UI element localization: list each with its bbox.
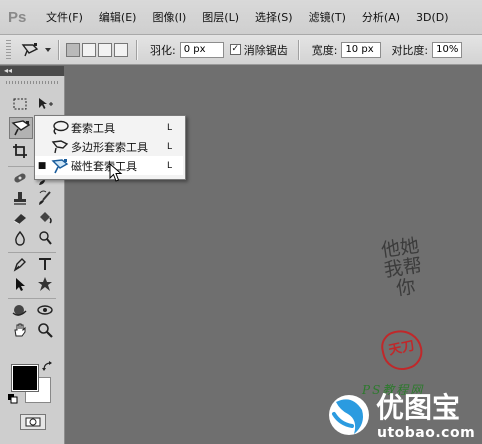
width-label: 宽度: bbox=[311, 43, 338, 57]
magnetic-lasso-icon bbox=[11, 120, 31, 136]
bandage-icon bbox=[14, 173, 26, 183]
paint-bucket-icon bbox=[40, 212, 52, 224]
magnetic-lasso-icon bbox=[21, 42, 39, 56]
mouse-cursor-icon bbox=[109, 163, 123, 182]
3d-rotate-icon bbox=[12, 305, 27, 316]
add-to-selection-button[interactable] bbox=[82, 42, 96, 57]
menu-layer[interactable]: 图层(L) bbox=[194, 9, 247, 25]
brand-name: 优图宝 bbox=[376, 391, 461, 424]
type-icon bbox=[39, 258, 51, 270]
options-bar-grip[interactable] bbox=[6, 39, 11, 60]
polygonal-lasso-icon bbox=[49, 138, 71, 155]
antialias-checkbox[interactable]: ✓ bbox=[229, 44, 241, 55]
dodge-icon bbox=[39, 231, 52, 245]
menu-filter[interactable]: 滤镜(T) bbox=[301, 9, 354, 25]
history-brush-tool[interactable] bbox=[34, 188, 56, 208]
width-input[interactable] bbox=[341, 41, 382, 58]
seal-stamp: 天刀 bbox=[378, 326, 426, 374]
subtract-from-selection-button[interactable] bbox=[98, 42, 112, 57]
chevron-down-icon bbox=[45, 47, 51, 52]
crop-tool[interactable] bbox=[9, 141, 31, 161]
flyout-shortcut: L bbox=[167, 141, 173, 152]
flyout-item-lasso[interactable]: 套索工具 L bbox=[35, 118, 183, 137]
3d-rotate-tool[interactable] bbox=[9, 300, 31, 320]
move-icon bbox=[39, 98, 53, 109]
tools-panel-header[interactable]: ◂◂ bbox=[0, 66, 64, 76]
arrow-icon bbox=[16, 278, 25, 291]
spot-healing-tool[interactable] bbox=[9, 168, 31, 188]
quick-mask-button[interactable] bbox=[20, 414, 46, 430]
pen-icon bbox=[13, 258, 26, 272]
menu-file[interactable]: 文件(F) bbox=[38, 9, 91, 25]
calligraphy-watermark: 他她我帮你 bbox=[379, 234, 424, 301]
clone-stamp-tool[interactable] bbox=[9, 188, 31, 208]
eraser-icon bbox=[13, 214, 26, 225]
3d-orbit-tool[interactable] bbox=[34, 300, 56, 320]
crop-icon bbox=[13, 144, 27, 158]
marquee-icon bbox=[13, 98, 27, 110]
quick-mask-icon bbox=[25, 417, 41, 427]
eraser-tool[interactable] bbox=[9, 208, 31, 228]
separator bbox=[58, 39, 60, 60]
hand-tool[interactable] bbox=[9, 320, 31, 340]
menu-edit[interactable]: 编辑(E) bbox=[91, 9, 145, 25]
collapse-icon[interactable]: ◂◂ bbox=[4, 66, 12, 75]
move-tool[interactable] bbox=[34, 94, 56, 114]
tools-panel-grip[interactable] bbox=[6, 81, 58, 84]
flyout-label: 套索工具 bbox=[71, 121, 115, 135]
drop-icon bbox=[15, 230, 25, 246]
brand-url: utobao.com bbox=[377, 425, 476, 441]
menu-analysis[interactable]: 分析(A) bbox=[354, 9, 408, 25]
feather-input[interactable] bbox=[179, 41, 224, 58]
new-selection-button[interactable] bbox=[66, 42, 80, 57]
zoom-icon bbox=[38, 323, 53, 338]
path-selection-tool[interactable] bbox=[9, 274, 31, 294]
separator bbox=[136, 39, 138, 60]
dodge-tool[interactable] bbox=[34, 228, 56, 248]
menu-3d[interactable]: 3D(D) bbox=[408, 11, 457, 24]
flyout-shortcut: L bbox=[167, 160, 173, 171]
foreground-color-swatch[interactable] bbox=[11, 364, 39, 392]
default-colors-icon[interactable] bbox=[8, 394, 18, 404]
app-logo: Ps bbox=[8, 8, 27, 26]
marquee-tool[interactable] bbox=[9, 94, 31, 114]
custom-shape-tool[interactable] bbox=[34, 274, 56, 294]
separator bbox=[297, 39, 300, 60]
flyout-shortcut: L bbox=[167, 122, 173, 133]
flyout-label: 多边形套索工具 bbox=[71, 140, 148, 154]
antialias-label: 消除锯齿 bbox=[243, 43, 288, 57]
3d-orbit-icon bbox=[37, 305, 53, 315]
stamp-icon bbox=[14, 192, 26, 205]
paint-bucket-tool[interactable] bbox=[34, 208, 56, 228]
blur-tool[interactable] bbox=[9, 228, 31, 248]
tool-separator bbox=[8, 252, 56, 253]
history-brush-icon bbox=[39, 190, 51, 205]
tool-preset-picker[interactable] bbox=[21, 42, 52, 58]
lasso-icon bbox=[49, 119, 71, 136]
tool-separator bbox=[8, 298, 56, 299]
swap-colors-icon[interactable] bbox=[42, 361, 54, 373]
hand-icon bbox=[14, 323, 26, 337]
menu-select[interactable]: 选择(S) bbox=[247, 9, 301, 25]
options-bar: 羽化: ✓ 消除锯齿 宽度: 对比度: bbox=[0, 35, 482, 65]
utobao-logo-icon bbox=[329, 395, 369, 435]
selected-bullet-icon: ■ bbox=[37, 160, 47, 171]
type-tool[interactable] bbox=[34, 254, 56, 274]
feather-label: 羽化: bbox=[150, 43, 176, 57]
pen-tool[interactable] bbox=[9, 254, 31, 274]
flyout-item-polygonal-lasso[interactable]: 多边形套索工具 L bbox=[35, 137, 183, 156]
contrast-label: 对比度: bbox=[391, 43, 429, 57]
menu-image[interactable]: 图像(I) bbox=[144, 9, 194, 25]
lasso-tool[interactable] bbox=[9, 117, 33, 139]
magnetic-lasso-icon bbox=[49, 157, 71, 174]
shape-icon bbox=[38, 277, 52, 291]
intersect-selection-button[interactable] bbox=[114, 42, 128, 57]
contrast-input[interactable] bbox=[432, 41, 463, 58]
zoom-tool[interactable] bbox=[34, 320, 56, 340]
menu-bar: Ps 文件(F) 编辑(E) 图像(I) 图层(L) 选择(S) 滤镜(T) 分… bbox=[0, 0, 482, 35]
